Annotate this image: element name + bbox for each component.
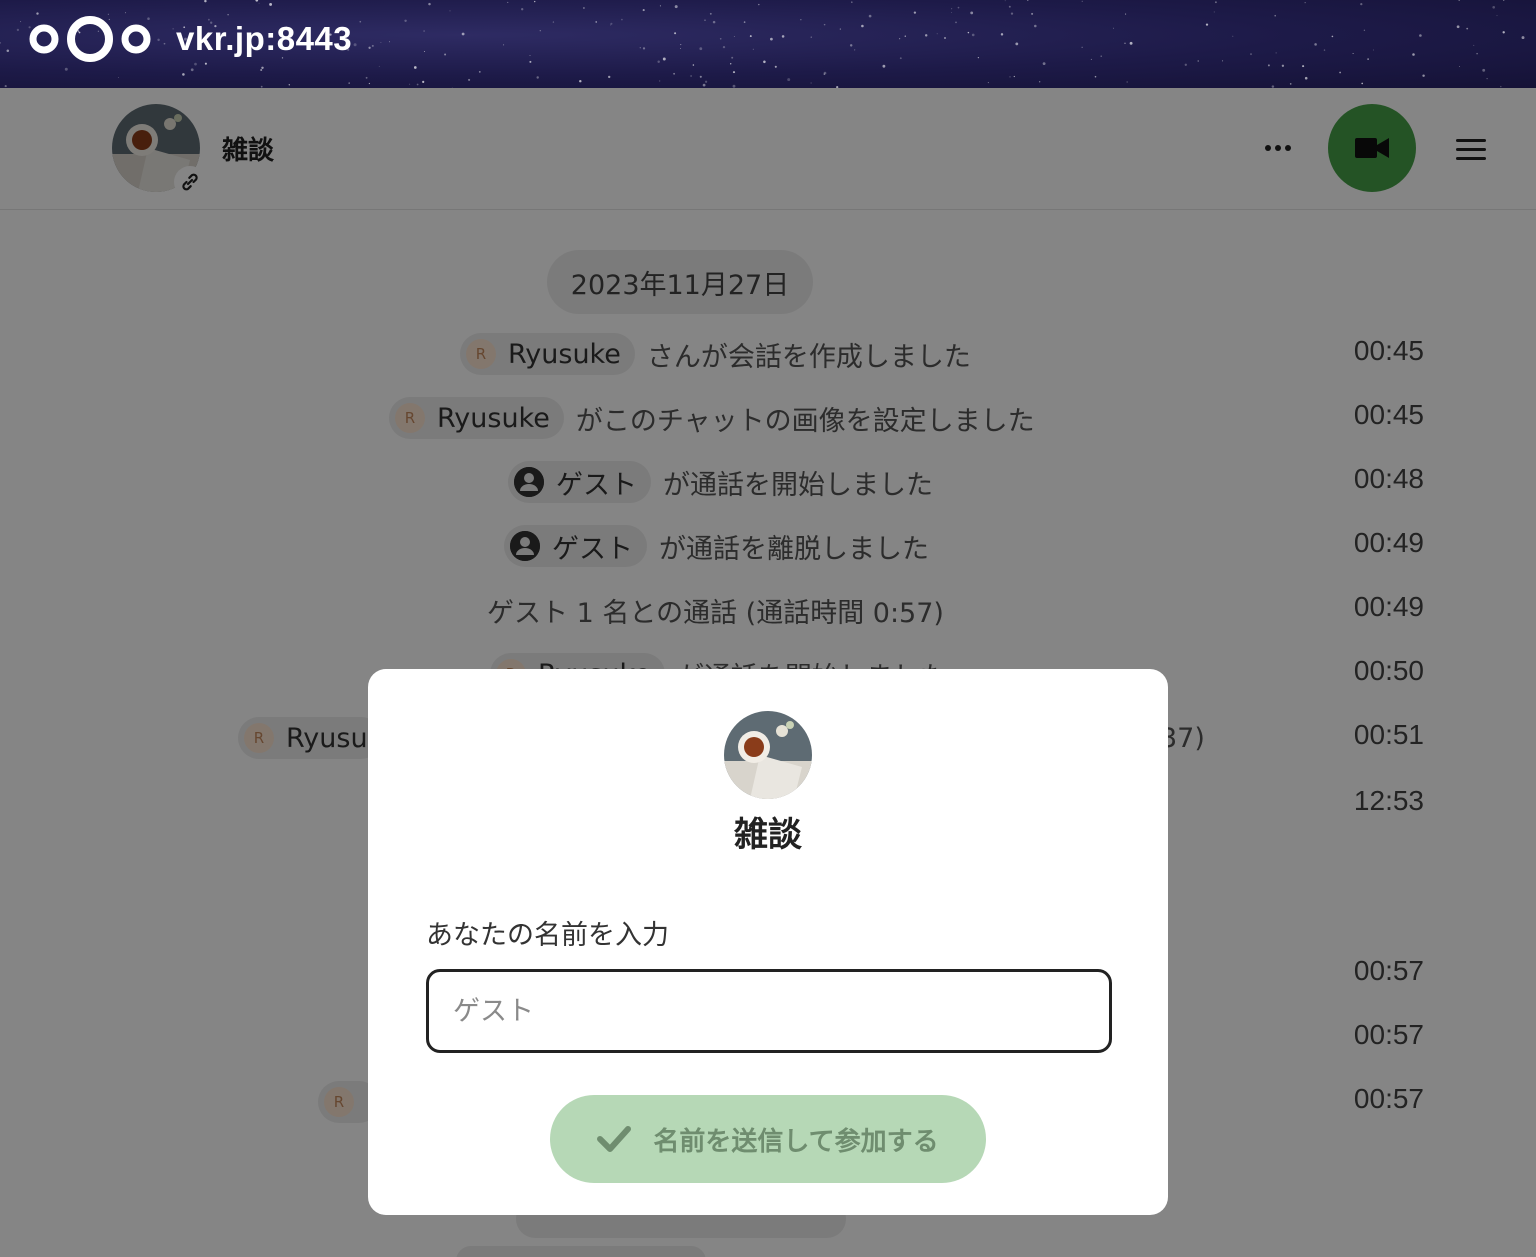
submit-button-label: 名前を送信して参加する — [653, 1125, 939, 1156]
dialog-title: 雑談 — [734, 815, 802, 855]
submit-name-button[interactable]: 名前を送信して参加する — [550, 1095, 986, 1183]
guest-name-input[interactable] — [426, 969, 1112, 1053]
name-field-label: あなたの名前を入力 — [426, 920, 669, 951]
guest-name-dialog: 雑談 あなたの名前を入力 名前を送信して参加する — [368, 669, 1168, 1215]
server-address: vkr.jp:8443 — [176, 20, 353, 57]
checkmark-icon — [597, 1126, 632, 1152]
conversation-avatar — [724, 711, 812, 799]
nextcloud-logo-icon[interactable] — [28, 12, 152, 66]
top-bar: vkr.jp:8443 — [0, 0, 1536, 88]
